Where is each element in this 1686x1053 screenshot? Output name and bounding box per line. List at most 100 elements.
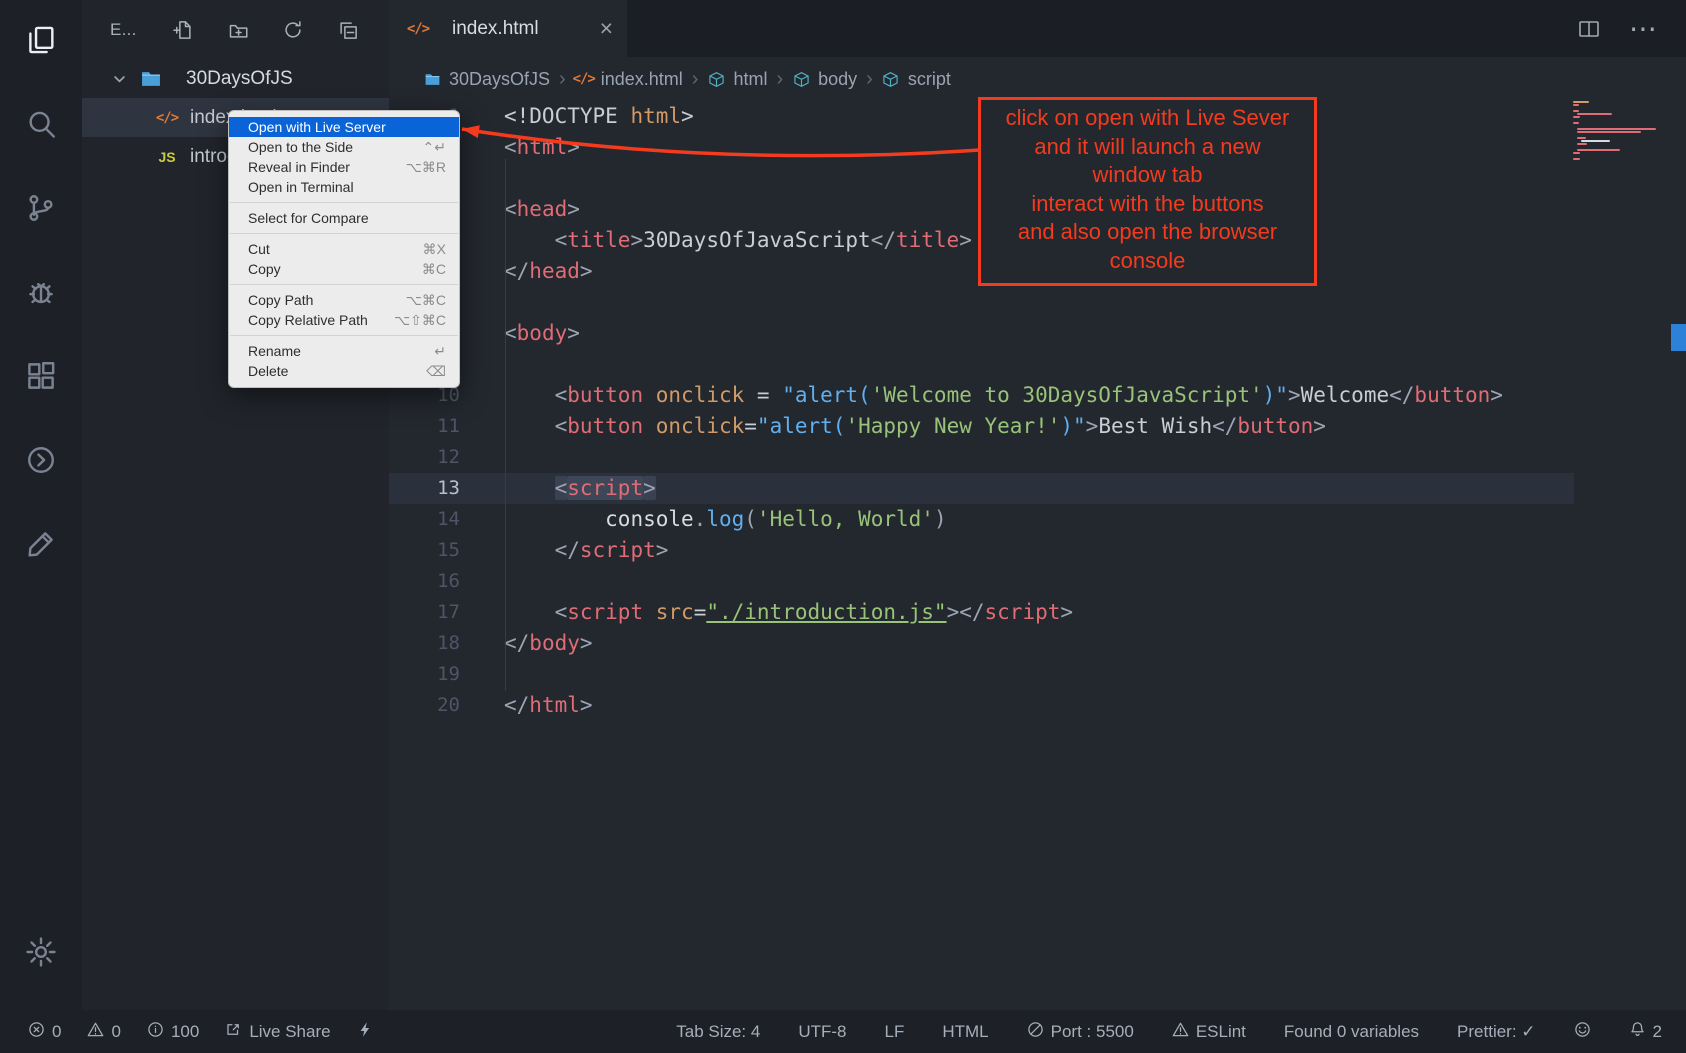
status-label: 0 (111, 1022, 120, 1042)
refresh-icon[interactable] (283, 20, 303, 40)
menu-item-copy-relative-path[interactable]: Copy Relative Path⌥⇧⌘C (229, 310, 459, 330)
tab-actions: ⋯ (1577, 0, 1686, 57)
status-found-0-variables[interactable]: Found 0 variables (1284, 1022, 1419, 1042)
code-text: <!DOCTYPE html> (504, 101, 694, 132)
menu-item-select-for-compare[interactable]: Select for Compare (229, 208, 459, 228)
status-label: UTF-8 (798, 1022, 846, 1042)
status-port-5500[interactable]: Port : 5500 (1027, 1021, 1134, 1043)
split-editor-icon[interactable] (1577, 17, 1601, 41)
menu-item-open-with-live-server[interactable]: Open with Live Server (229, 117, 459, 137)
status-utf-8[interactable]: UTF-8 (798, 1022, 846, 1042)
line-number[interactable]: 15 (389, 535, 460, 566)
code-line-14[interactable]: 14 console.log('Hello, World') (389, 504, 1574, 535)
code-line-18[interactable]: 18</body> (389, 628, 1574, 659)
breadcrumb-item-body[interactable]: body (792, 69, 857, 90)
menu-item-open-to-the-side[interactable]: Open to the Side⌃↵ (229, 137, 459, 157)
menu-item-reveal-in-finder[interactable]: Reveal in Finder⌥⌘R (229, 157, 459, 177)
code-line-20[interactable]: 20 </html> (389, 690, 1574, 721)
activity-live-share[interactable] (0, 420, 82, 504)
status-0[interactable]: 0 (87, 1021, 120, 1043)
status-0[interactable]: 0 (28, 1021, 61, 1043)
close-icon[interactable]: × (600, 17, 613, 40)
status-lf[interactable]: LF (885, 1022, 905, 1042)
code-line-13[interactable]: 13 <script> (389, 473, 1574, 504)
line-number[interactable]: 17 (389, 597, 460, 628)
breadcrumb-item-script[interactable]: script (882, 69, 951, 90)
line-number[interactable]: 13 (389, 473, 460, 504)
menu-item-copy-path[interactable]: Copy Path⌥⌘C (229, 290, 459, 310)
menu-item-cut[interactable]: Cut⌘X (229, 239, 459, 259)
breadcrumb-item-index-html[interactable]: </>index.html (575, 69, 683, 90)
status-prettier[interactable]: Prettier: ✓ (1457, 1022, 1535, 1042)
activity-gear[interactable] (0, 912, 82, 996)
menu-item-label: Delete (248, 363, 410, 379)
menu-shortcut: ⌫ (426, 363, 446, 380)
minimap-bar (1573, 116, 1580, 118)
new-file-icon[interactable] (173, 20, 193, 40)
line-number[interactable]: 20 (389, 690, 460, 721)
status-label: HTML (942, 1022, 988, 1042)
activity-files[interactable] (0, 0, 82, 84)
menu-separator (230, 284, 458, 285)
minimap[interactable] (1573, 101, 1665, 161)
code-line-12[interactable]: 12 (389, 442, 1574, 473)
activity-bar (0, 0, 82, 1010)
code-line-11[interactable]: 11 <button onclick="alert('Happy New Yea… (389, 411, 1574, 442)
code-text: </head> (504, 256, 593, 287)
status-smiley[interactable] (1574, 1021, 1591, 1043)
line-number[interactable]: 18 (389, 628, 460, 659)
html-file-icon: </> (407, 21, 429, 37)
status-label: Prettier: ✓ (1457, 1022, 1535, 1042)
code-line-8[interactable]: 8<body> (389, 318, 1574, 349)
scrollbar-marker[interactable] (1671, 324, 1686, 351)
new-folder-icon[interactable] (228, 20, 248, 40)
chevron-down-icon (112, 71, 128, 87)
activity-search[interactable] (0, 84, 82, 168)
status-bolt[interactable] (357, 1021, 374, 1043)
status-live-share[interactable]: Live Share (225, 1021, 330, 1043)
minimap-bar (1577, 131, 1641, 133)
tab-index-html[interactable]: </> index.html × (389, 0, 627, 57)
line-number[interactable]: 19 (389, 659, 460, 690)
menu-item-open-in-terminal[interactable]: Open in Terminal (229, 177, 459, 197)
code-line-7[interactable]: 7 (389, 287, 1574, 318)
line-number[interactable]: 12 (389, 442, 460, 473)
breadcrumb-item-html[interactable]: html (707, 69, 767, 90)
activity-debug[interactable] (0, 252, 82, 336)
folder-row-30daysofjs[interactable]: 30DaysOfJS (82, 60, 389, 98)
breadcrumb: 30DaysOfJS›</>index.html›html›body›scrip… (389, 57, 1686, 101)
line-number[interactable]: 16 (389, 566, 460, 597)
more-actions-icon[interactable]: ⋯ (1629, 15, 1658, 43)
status-eslint[interactable]: ESLint (1172, 1021, 1246, 1043)
code-line-10[interactable]: 10 <button onclick = "alert('Welcome to … (389, 380, 1574, 411)
code-text: console.log('Hello, World') (504, 504, 947, 535)
menu-item-delete[interactable]: Delete ⌫ (229, 361, 459, 381)
collapse-all-icon[interactable] (338, 20, 358, 40)
code-line-17[interactable]: 17 <script src="./introduction.js"></scr… (389, 597, 1574, 628)
status-label: Live Share (249, 1022, 330, 1042)
activity-source-control[interactable] (0, 168, 82, 252)
status-2[interactable]: 2 (1629, 1021, 1662, 1043)
status-100[interactable]: 100 (147, 1021, 199, 1043)
status-tab-size-4[interactable]: Tab Size: 4 (676, 1022, 760, 1042)
menu-separator (230, 335, 458, 336)
circle-slash-icon (1027, 1021, 1044, 1043)
line-number[interactable]: 11 (389, 411, 460, 442)
activity-extensions[interactable] (0, 336, 82, 420)
breadcrumb-item-30daysofjs[interactable]: 30DaysOfJS (423, 69, 550, 90)
menu-item-label: Open with Live Server (248, 119, 430, 135)
activity-edit-pen[interactable] (0, 504, 82, 588)
status-html[interactable]: HTML (942, 1022, 988, 1042)
code-line-9[interactable]: 9 (389, 349, 1574, 380)
search-icon (24, 107, 58, 146)
menu-item-copy[interactable]: Copy⌘C (229, 259, 459, 279)
source-control-icon (24, 191, 58, 230)
code-text: </html> (504, 690, 593, 721)
line-number[interactable]: 14 (389, 504, 460, 535)
menu-item-rename[interactable]: Rename↵ (229, 341, 459, 361)
indent-guide (505, 159, 506, 691)
tab-bar: </> index.html × ⋯ (389, 0, 1686, 57)
code-line-15[interactable]: 15 </script> (389, 535, 1574, 566)
code-line-16[interactable]: 16 (389, 566, 1574, 597)
code-line-19[interactable]: 19 (389, 659, 1574, 690)
